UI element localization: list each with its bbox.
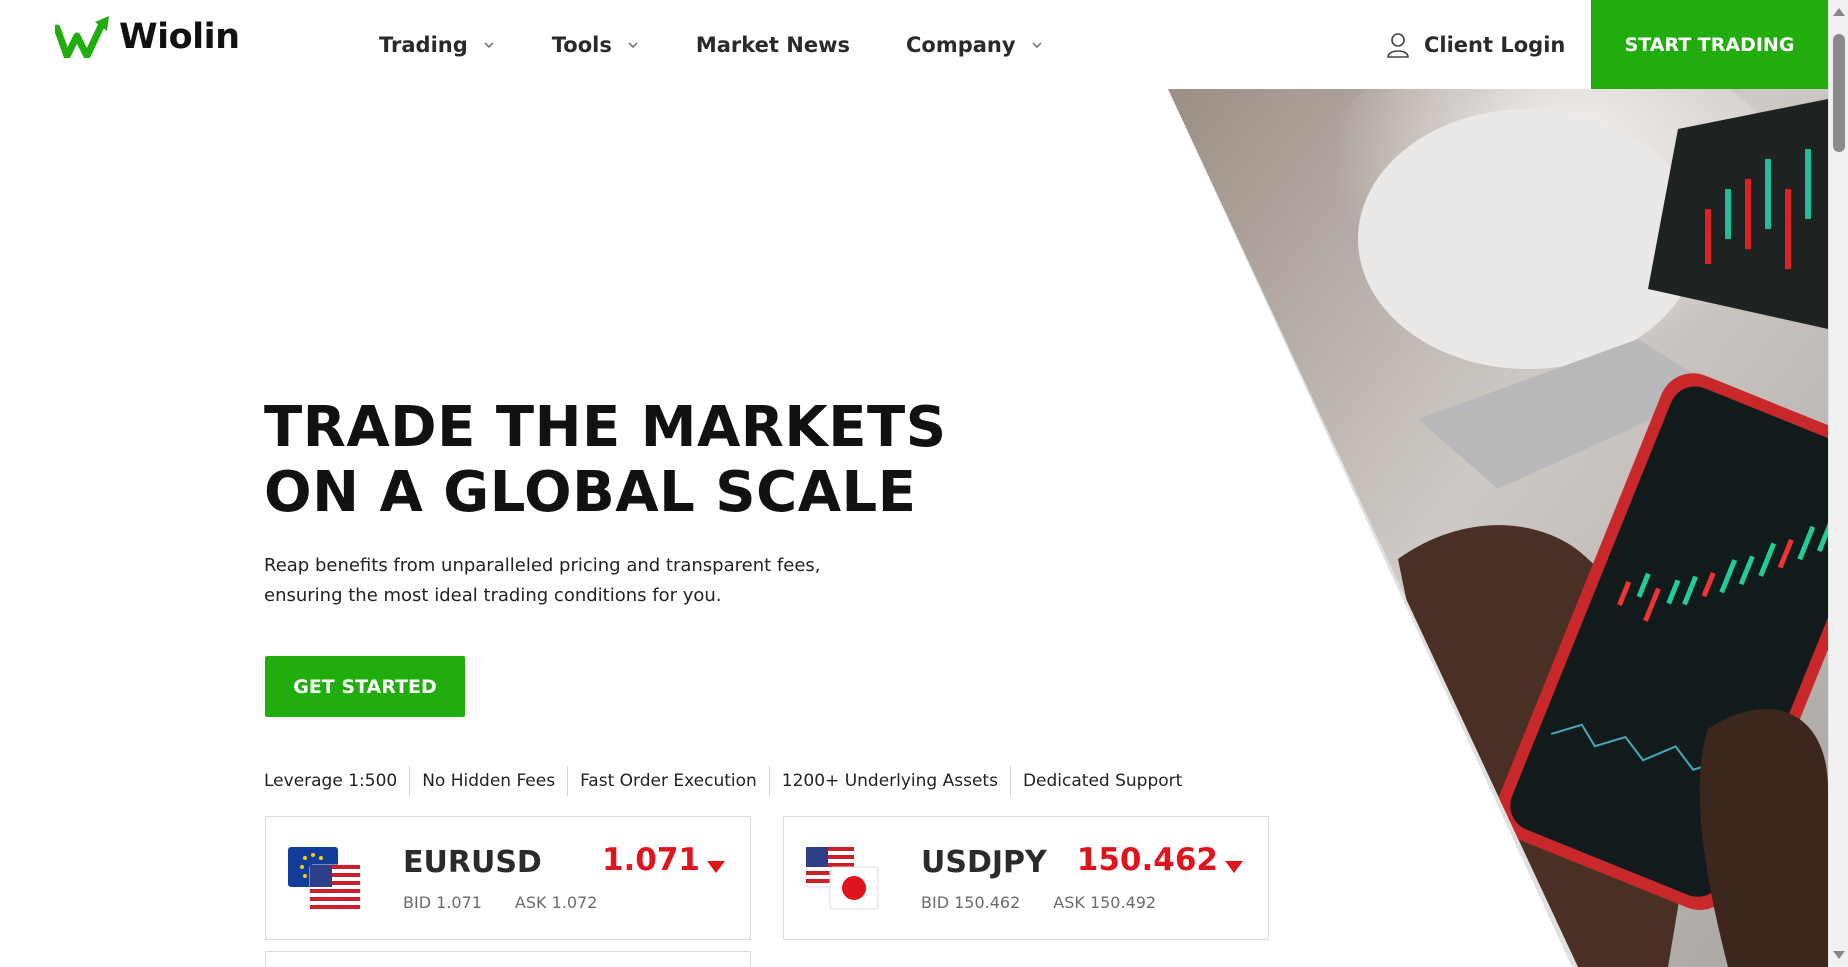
price-down-arrow-icon [1225,861,1243,873]
chevron-down-icon [1032,41,1042,48]
ticker-bid: BID 150.462 [921,893,1021,912]
ticker-ask: ASK 150.492 [1053,893,1157,912]
nav-item-market-news[interactable]: Market News [696,33,850,57]
hero-subtitle-line1: Reap benefits from unparalleled pricing … [264,555,821,576]
ticker-card-usdjpy[interactable]: USDJPY 150.462 BID 150.462 ASK 150.492 [783,816,1269,940]
ticker-card-partial[interactable] [265,951,751,967]
nav-item-label: Trading [379,32,468,57]
feature-list: Leverage 1:500 No Hidden Fees Fast Order… [264,766,1194,796]
eurusd-flags-icon [288,847,361,910]
hero-title: TRADE THE MARKETS ON A GLOBAL SCALE [264,395,947,525]
jp-flag-icon [829,866,879,910]
client-login-link[interactable]: Client Login [1386,0,1565,89]
hero-title-line2: ON A GLOBAL SCALE [264,460,917,525]
ticker-quotes: BID 150.462 ASK 150.492 [921,893,1156,912]
page-scrollbar[interactable] [1828,0,1848,967]
feature-leverage: Leverage 1:500 [264,771,398,791]
ticker-pair: EURUSD [403,845,542,880]
hero-title-line1: TRADE THE MARKETS [264,395,947,460]
usdjpy-flags-icon [806,847,879,910]
logo[interactable]: Wiolin [55,16,240,58]
nav-item-company[interactable]: Company [906,33,1044,57]
us-flag-icon [309,864,361,910]
scroll-thumb[interactable] [1833,34,1845,152]
price-down-arrow-icon [707,861,725,873]
start-trading-button[interactable]: START TRADING [1591,0,1828,89]
ticker-ask: ASK 1.072 [514,893,598,912]
feature-fast-execution: Fast Order Execution [567,766,769,796]
main-nav: Trading Tools Market News Company [379,0,1100,89]
feature-underlying-assets: 1200+ Underlying Assets [768,766,1010,796]
feature-no-hidden-fees: No Hidden Fees [409,766,567,796]
nav-item-label: Tools [551,32,612,57]
scroll-up-arrow-icon[interactable] [1833,8,1845,16]
logo-mark-icon [55,16,109,58]
hero-subtitle-line2: ensuring the most ideal trading conditio… [264,585,722,606]
chevron-down-icon [628,41,638,48]
hero-subtitle: Reap benefits from unparalleled pricing … [264,551,864,611]
get-started-button[interactable]: GET STARTED [265,656,465,717]
feature-dedicated-support: Dedicated Support [1009,766,1194,796]
ticker-quotes: BID 1.071 ASK 1.072 [403,893,597,912]
ticker-pair: USDJPY [921,845,1047,880]
nav-item-label: Market News [695,32,850,57]
chevron-down-icon [484,41,494,48]
ticker-price: 1.071 [601,842,700,878]
ticker-price: 150.462 [1076,842,1218,878]
user-icon [1387,32,1409,58]
nav-item-trading[interactable]: Trading [379,33,496,57]
ticker-card-eurusd[interactable]: EURUSD 1.071 BID 1.071 ASK 1.072 [265,816,751,940]
ticker-bid: BID 1.071 [403,893,482,912]
site-header: Wiolin Trading Tools Market News Company… [0,0,1828,89]
client-login-label: Client Login [1424,32,1566,57]
nav-item-tools[interactable]: Tools [552,33,640,57]
scroll-down-arrow-icon[interactable] [1833,951,1845,959]
logo-text: Wiolin [119,17,240,57]
nav-item-label: Company [906,32,1016,57]
